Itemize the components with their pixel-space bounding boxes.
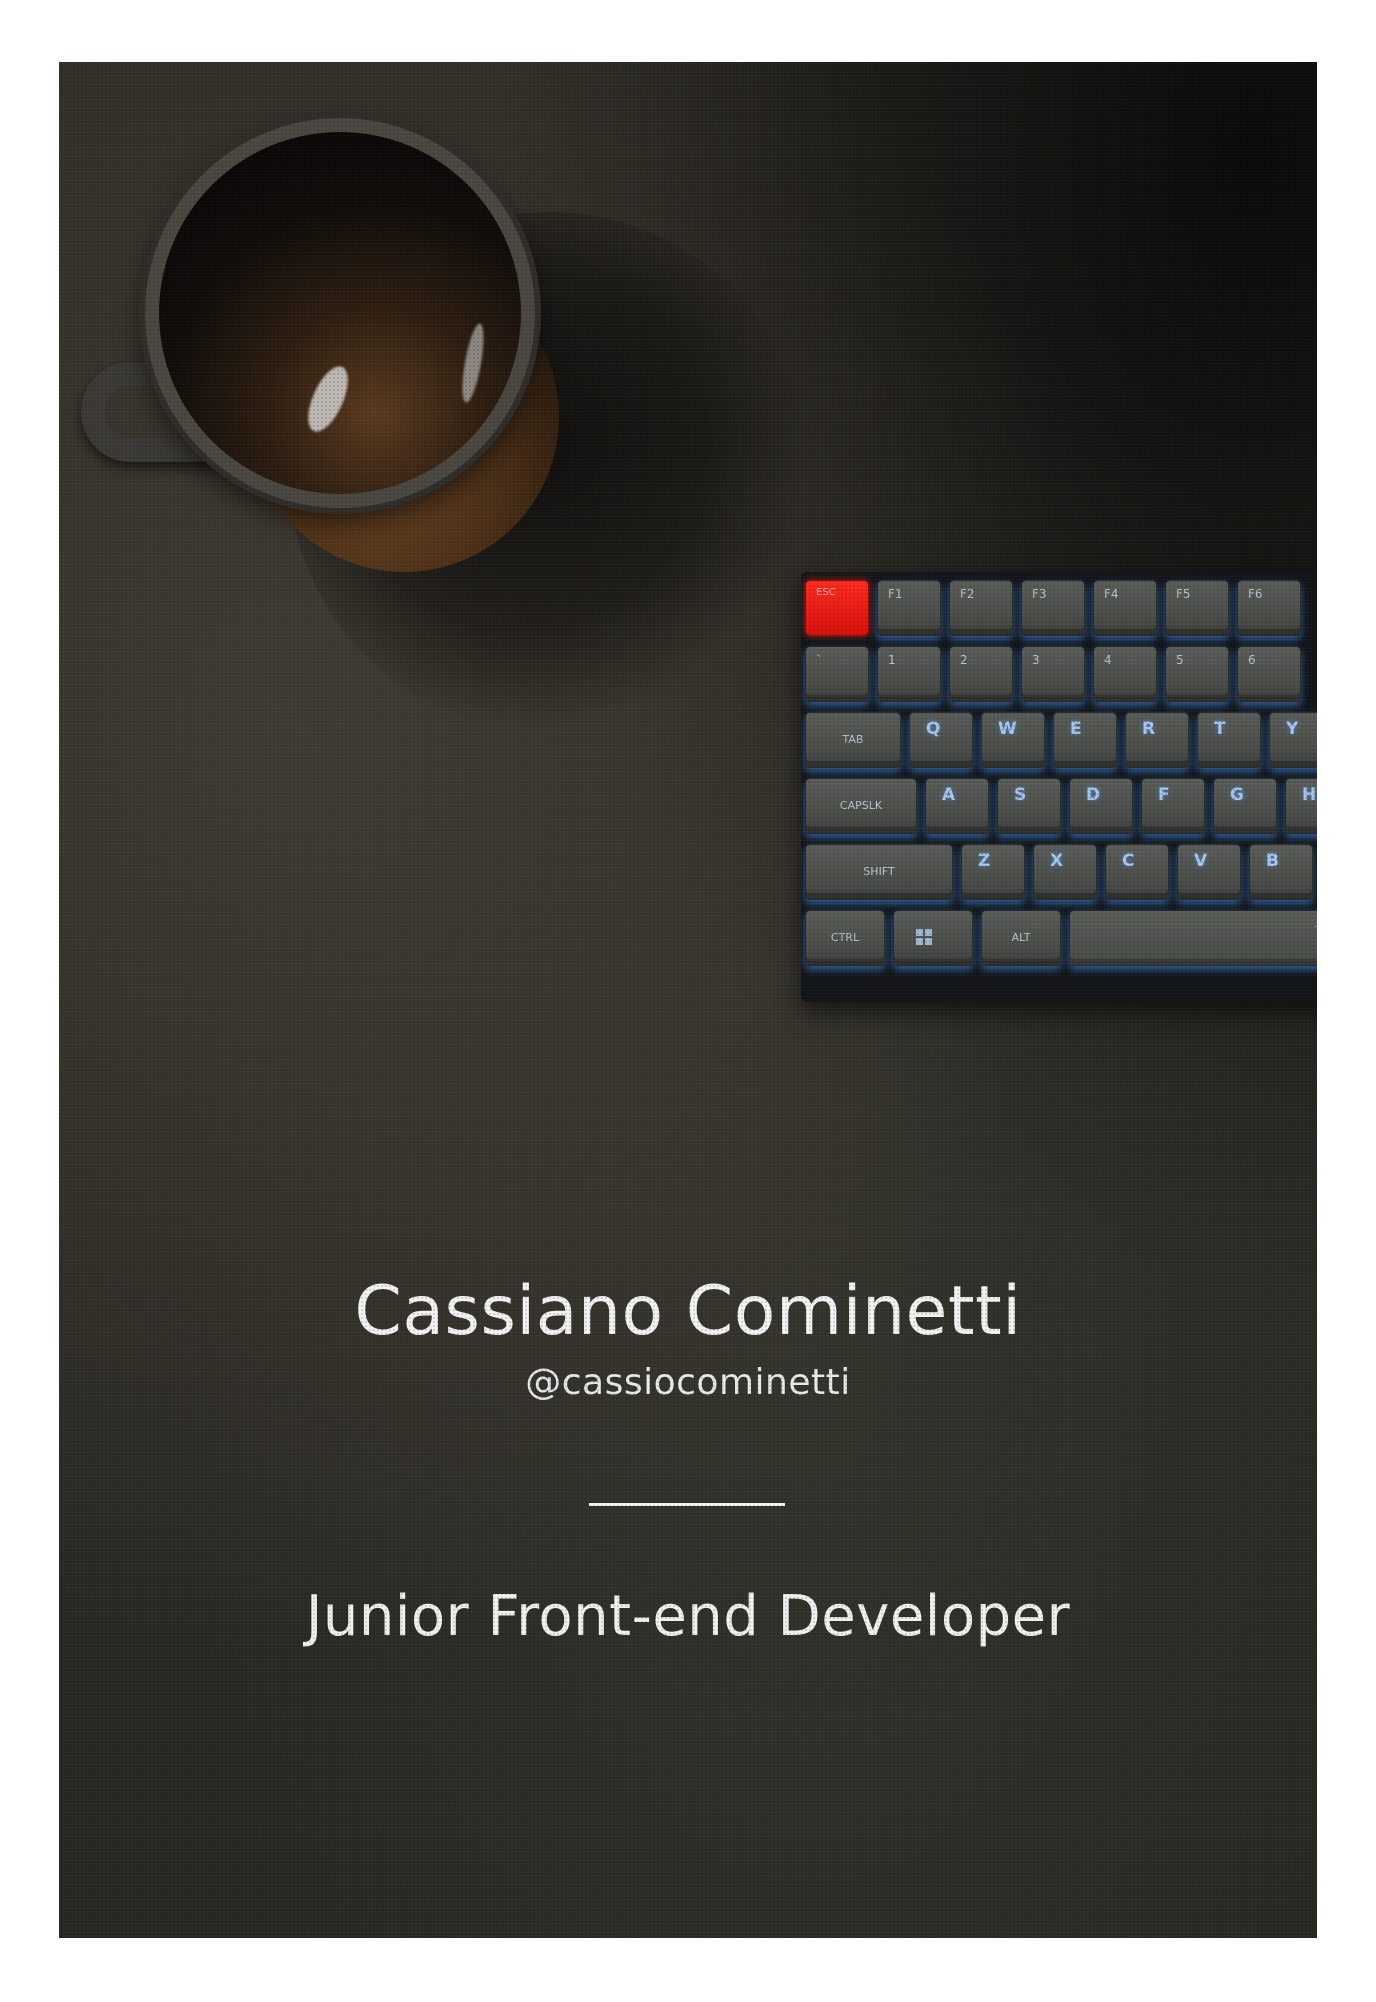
key-backtick: ` [805,646,869,702]
key-c: C [1105,844,1169,900]
keyboard-row-top: TAB Q W E R T Y [805,712,1317,770]
key-3: 3 [1021,646,1085,702]
keyboard-row-function: ESC F1 F2 F3 F4 F5 F6 [805,580,1301,638]
key-f3: F3 [1021,580,1085,636]
key-alt: ALT [981,910,1061,966]
key-x: X [1033,844,1097,900]
key-tab: TAB [805,712,901,768]
key-capslock: CAPSLK [805,778,917,834]
key-windows [893,910,973,966]
key-f4: F4 [1093,580,1157,636]
coffee [159,132,521,494]
key-f5: F5 [1165,580,1229,636]
key-a: A [925,778,989,834]
key-ctrl: CTRL [805,910,885,966]
key-f6: F6 [1237,580,1301,636]
key-q: Q [909,712,973,768]
key-6: 6 [1237,646,1301,702]
keyboard-row-space: CTRL ALT — [805,910,1317,968]
divider [589,1503,785,1506]
key-h: H [1285,778,1317,834]
key-t: T [1197,712,1261,768]
key-f: F [1141,778,1205,834]
keyboard: ESC F1 F2 F3 F4 F5 F6 ` 1 2 3 4 5 6 TAB … [801,572,1317,1002]
key-s: S [997,778,1061,834]
key-4: 4 [1093,646,1157,702]
coffee-mug [145,118,535,508]
keyboard-row-home: CAPSLK A S D F G H [805,778,1317,836]
key-r: R [1125,712,1189,768]
profile-role: Junior Front-end Developer [305,1584,1071,1649]
profile-name: Cassiano Cominetti [354,1272,1022,1351]
key-esc: ESC [805,580,869,636]
key-g: G [1213,778,1277,834]
profile-handle: @cassiocominetti [525,1362,851,1403]
key-e: E [1053,712,1117,768]
key-space: — [1069,910,1317,966]
key-1: 1 [877,646,941,702]
key-2: 2 [949,646,1013,702]
cover-photo: ESC F1 F2 F3 F4 F5 F6 ` 1 2 3 4 5 6 TAB … [59,62,1317,1938]
key-w: W [981,712,1045,768]
key-d: D [1069,778,1133,834]
keyboard-row-numbers: ` 1 2 3 4 5 6 [805,646,1301,704]
keyboard-row-bottom: SHIFT Z X C V B [805,844,1313,902]
key-f2: F2 [949,580,1013,636]
key-5: 5 [1165,646,1229,702]
windows-icon [916,929,932,945]
key-v: V [1177,844,1241,900]
key-b: B [1249,844,1313,900]
key-y: Y [1269,712,1317,768]
key-shift: SHIFT [805,844,953,900]
key-f1: F1 [877,580,941,636]
key-z: Z [961,844,1025,900]
